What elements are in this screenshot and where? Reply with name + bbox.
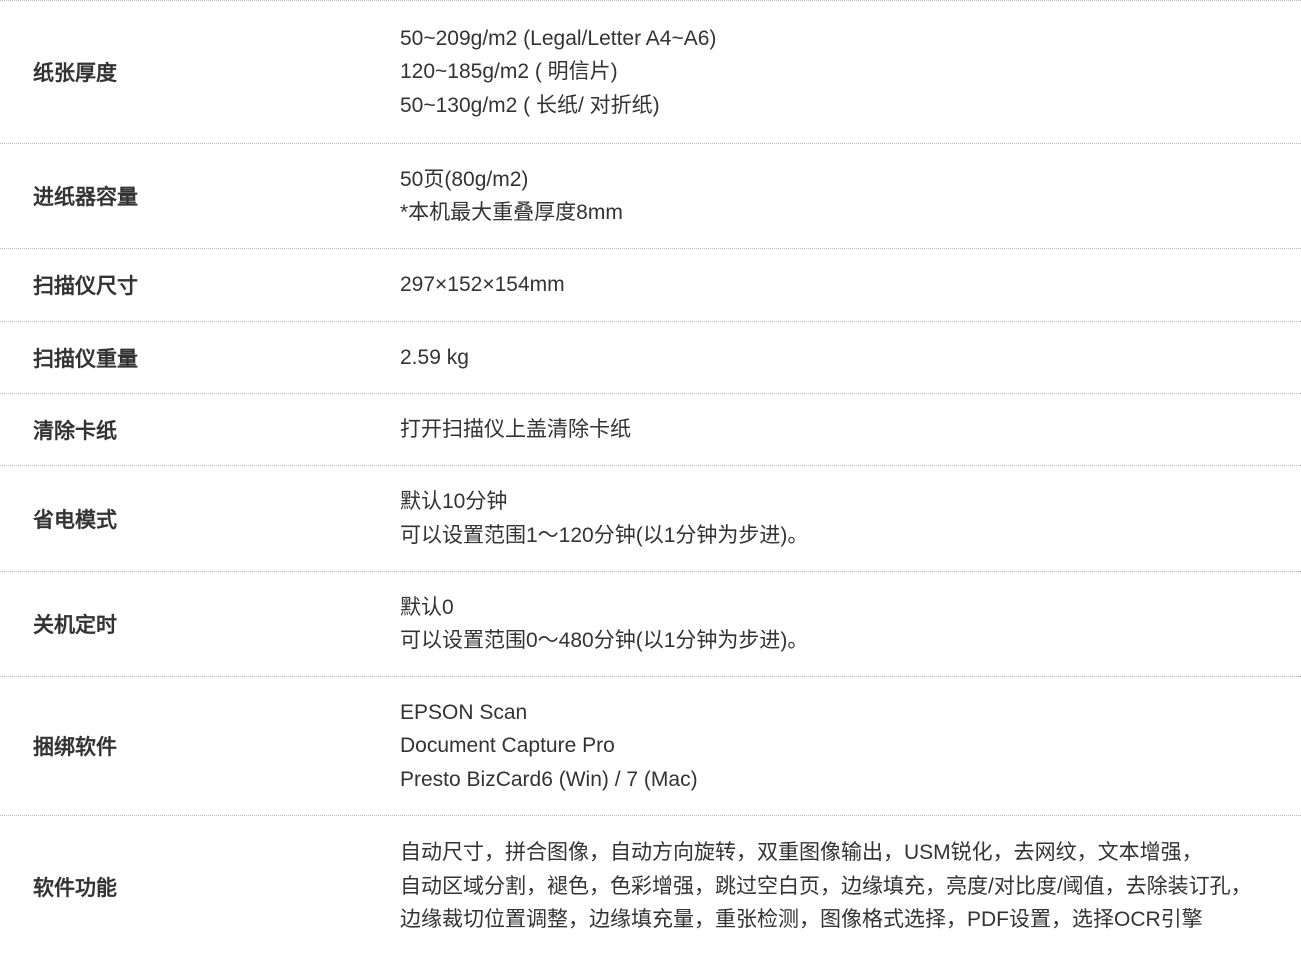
spec-value: 默认10分钟 可以设置范围1～120分钟(以1分钟为步进)。 — [400, 485, 1301, 552]
spec-value: 自动尺寸，拼合图像，自动方向旋转，双重图像输出，USM锐化，去网纹，文本增强， … — [400, 836, 1301, 937]
spec-row-bundled-software: 捆绑软件 EPSON Scan Document Capture Pro Pre… — [0, 677, 1301, 816]
spec-row-software-features: 软件功能 自动尺寸，拼合图像，自动方向旋转，双重图像输出，USM锐化，去网纹，文… — [0, 816, 1301, 957]
spec-table: 纸张厚度 50~209g/m2 (Legal/Letter A4~A6) 120… — [0, 0, 1301, 957]
spec-value-line: 默认0 — [400, 595, 454, 619]
spec-value-line: *本机最大重叠厚度8mm — [400, 201, 623, 224]
spec-row-power-saving: 省电模式 默认10分钟 可以设置范围1～120分钟(以1分钟为步进)。 — [0, 466, 1301, 572]
spec-row-weight: 扫描仪重量 2.59 kg — [0, 322, 1301, 394]
spec-label: 省电模式 — [33, 508, 117, 532]
spec-value: 2.59 kg — [400, 341, 1301, 375]
spec-value: 50~209g/m2 (Legal/Letter A4~A6) 120~185g… — [400, 22, 1301, 123]
spec-value: 50页(80g/m2) *本机最大重叠厚度8mm — [400, 163, 1301, 230]
spec-label: 纸张厚度 — [33, 62, 117, 85]
spec-value-line: 50~209g/m2 (Legal/Letter A4~A6) — [400, 26, 717, 50]
spec-value-line: EPSON Scan — [400, 700, 528, 724]
spec-value-line: 可以设置范围0～480分钟(以1分钟为步进)。 — [400, 629, 809, 652]
spec-value-line: 2.59 kg — [400, 345, 469, 369]
spec-label: 清除卡纸 — [33, 419, 117, 443]
spec-label: 进纸器容量 — [33, 186, 138, 209]
spec-value: EPSON Scan Document Capture Pro Presto B… — [400, 696, 1301, 797]
spec-value-line: Presto BizCard6 (Win) / 7 (Mac) — [400, 767, 698, 791]
spec-value: 默认0 可以设置范围0～480分钟(以1分钟为步进)。 — [400, 591, 1301, 658]
spec-value-line: 自动区域分割，褪色，色彩增强，跳过空白页，边缘填充，亮度/对比度/阈值，去除装订… — [400, 874, 1252, 898]
spec-label: 捆绑软件 — [33, 736, 117, 759]
spec-value-line: 50~130g/m2 ( 长纸/ 对折纸) — [400, 93, 660, 117]
spec-label: 扫描仪尺寸 — [33, 275, 138, 298]
spec-value-line: 自动尺寸，拼合图像，自动方向旋转，双重图像输出，USM锐化，去网纹，文本增强， — [400, 841, 1203, 865]
spec-label: 关机定时 — [33, 614, 117, 637]
spec-value-line: 可以设置范围1～120分钟(以1分钟为步进)。 — [400, 523, 809, 547]
spec-value-line: 297×152×154mm — [400, 273, 565, 297]
spec-value-line: 默认10分钟 — [400, 490, 508, 513]
spec-value: 297×152×154mm — [400, 268, 1301, 302]
spec-value-line: Document Capture Pro — [400, 734, 615, 758]
spec-row-feeder-capacity: 进纸器容量 50页(80g/m2) *本机最大重叠厚度8mm — [0, 144, 1301, 249]
spec-label: 软件功能 — [33, 876, 117, 900]
spec-value-line: 打开扫描仪上盖清除卡纸 — [400, 417, 631, 441]
spec-label: 扫描仪重量 — [33, 347, 138, 371]
spec-row-dimensions: 扫描仪尺寸 297×152×154mm — [0, 249, 1301, 322]
spec-value-line: 120~185g/m2 ( 明信片) — [400, 60, 618, 84]
spec-value-line: 50页(80g/m2) — [400, 167, 529, 191]
spec-row-power-off-timer: 关机定时 默认0 可以设置范围0～480分钟(以1分钟为步进)。 — [0, 572, 1301, 677]
spec-row-paper-jam: 清除卡纸 打开扫描仪上盖清除卡纸 — [0, 394, 1301, 466]
spec-row-paper-thickness: 纸张厚度 50~209g/m2 (Legal/Letter A4~A6) 120… — [0, 1, 1301, 144]
spec-value: 打开扫描仪上盖清除卡纸 — [400, 413, 1301, 447]
